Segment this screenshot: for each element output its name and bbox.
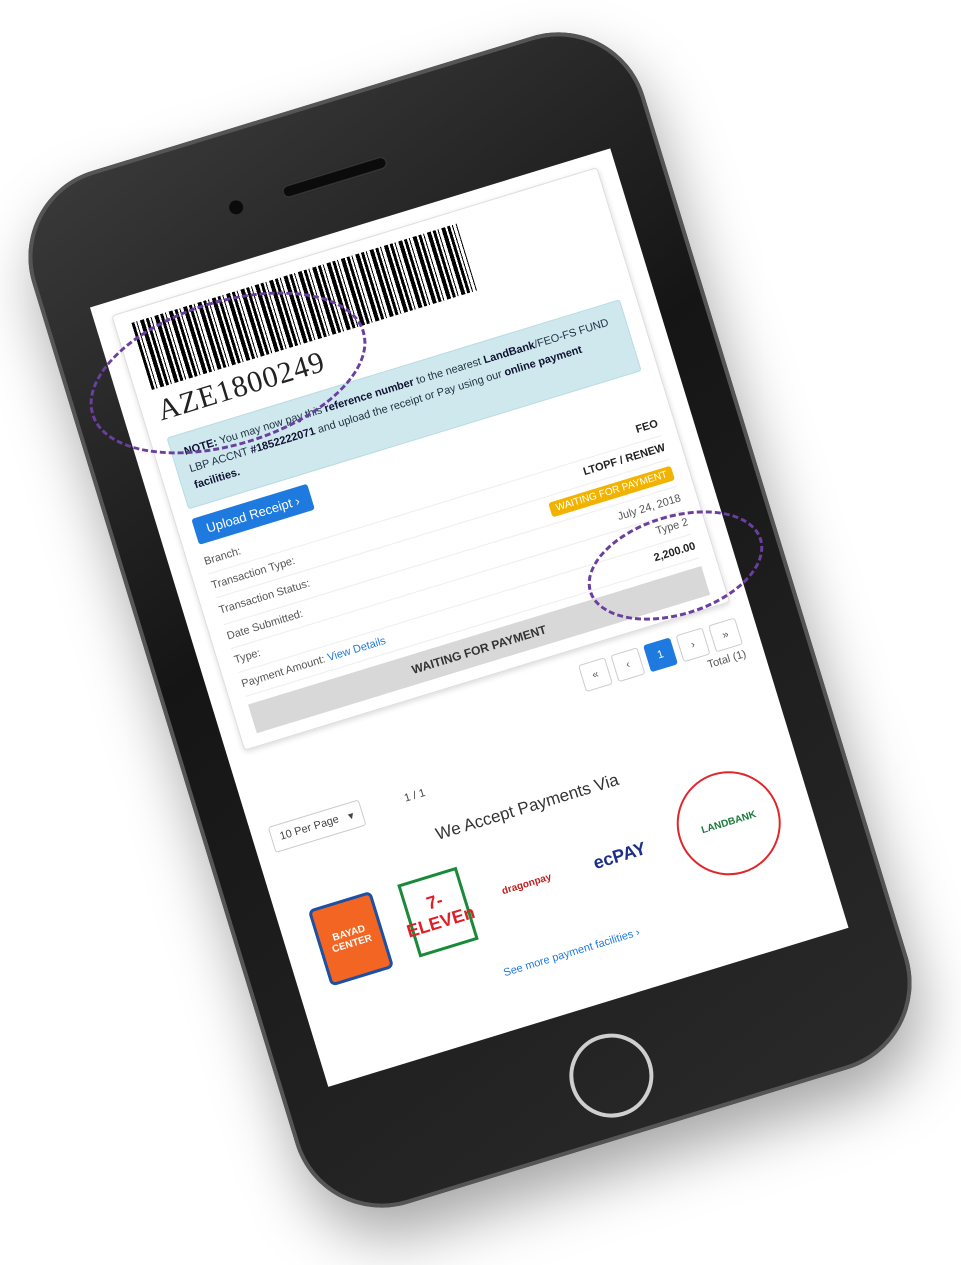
page-1-button[interactable]: 1 [642, 637, 678, 673]
speaker-grille [279, 154, 390, 201]
phone-screen: AZE1800249 NOTE: You may now pay this re… [90, 148, 849, 1087]
phone-device: AZE1800249 NOTE: You may now pay this re… [6, 10, 934, 1230]
prev-page-button[interactable]: ‹ [610, 647, 646, 683]
dragonpay-logo: dragonpay [500, 871, 553, 898]
per-page-value: 10 Per Page [278, 813, 341, 843]
last-page-button[interactable]: » [707, 617, 743, 653]
bayad-center-logo: BAYAD CENTER [307, 890, 394, 987]
front-camera-icon [227, 198, 245, 217]
seven-eleven-logo: 7-ELEVEn [396, 866, 479, 958]
payment-logos: BAYAD CENTER 7-ELEVEn dragonpay ecPAY LA… [274, 749, 825, 1008]
branch-label: Branch: [202, 545, 243, 568]
first-page-button[interactable]: « [577, 657, 613, 692]
type-label: Type: [232, 646, 263, 667]
branch-value: FEO [634, 417, 660, 436]
per-page-select[interactable]: 10 Per Page ▾ [267, 799, 367, 853]
landbank-logo: LANDBANK [664, 757, 794, 888]
chevron-down-icon: ▾ [346, 809, 356, 823]
next-page-button[interactable]: › [675, 627, 711, 663]
ecpay-logo: ecPAY [590, 838, 649, 874]
home-button[interactable] [558, 1023, 664, 1129]
page-indicator: 1 / 1 [402, 787, 427, 805]
